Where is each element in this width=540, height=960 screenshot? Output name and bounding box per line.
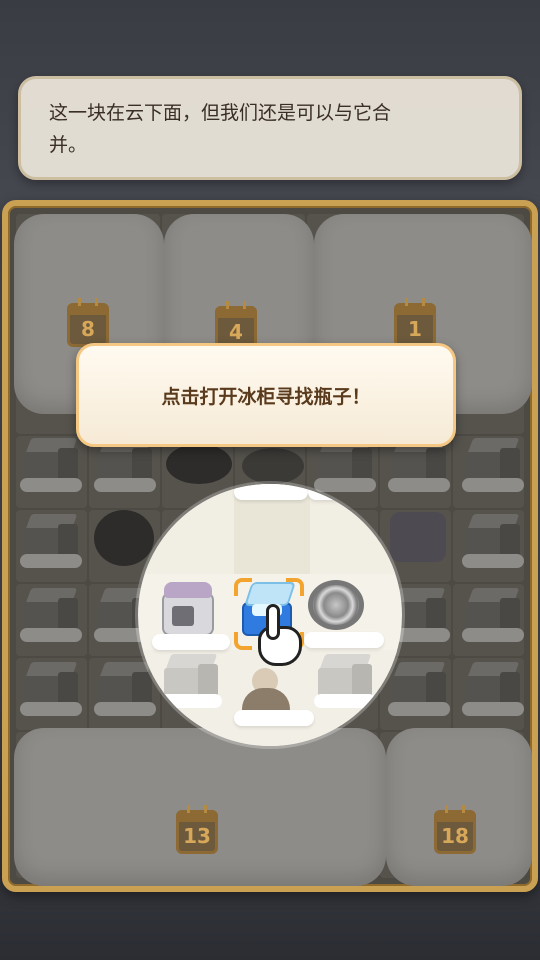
cardboard-box-icon[interactable] bbox=[462, 662, 524, 716]
cardboard-box-icon[interactable] bbox=[20, 662, 82, 716]
calendar-icon: 8 bbox=[67, 298, 109, 347]
hint-dialog: 这一块在云下面，但我们还是可以与它合 并。 bbox=[18, 76, 522, 180]
calendar-badge-13: 13 bbox=[183, 824, 211, 848]
cardboard-box-icon[interactable] bbox=[20, 438, 82, 492]
freezer-icon[interactable] bbox=[162, 582, 218, 642]
cardboard-box-icon[interactable] bbox=[462, 438, 524, 492]
selection-bracket-icon bbox=[234, 632, 252, 650]
hint-text-line-1: 这一块在云下面，但我们还是可以与它合 bbox=[49, 102, 392, 124]
scrap-item-icon[interactable] bbox=[242, 448, 304, 484]
cloud-icon bbox=[152, 634, 230, 650]
cloud-icon bbox=[308, 484, 382, 500]
cardboard-box-icon[interactable] bbox=[462, 588, 524, 642]
cloud-icon bbox=[234, 484, 308, 500]
tutorial-spotlight bbox=[138, 484, 402, 746]
selection-bracket-icon bbox=[234, 578, 252, 596]
hint-text-line-2: 并。 bbox=[49, 134, 88, 156]
calendar-badge-1: 1 bbox=[408, 317, 422, 341]
calendar-icon: 1 bbox=[394, 298, 436, 347]
calendar-icon: 13 bbox=[176, 805, 218, 854]
cardboard-box-icon[interactable] bbox=[20, 588, 82, 642]
cardboard-box-icon[interactable] bbox=[160, 654, 222, 708]
calendar-icon: 18 bbox=[434, 805, 476, 854]
selection-bracket-icon bbox=[286, 578, 304, 596]
tutorial-prompt: 点击打开冰柜寻找瓶子！ bbox=[76, 343, 456, 447]
hand-pointer-icon bbox=[258, 604, 310, 670]
cardboard-box-icon[interactable] bbox=[20, 514, 82, 568]
calendar-badge-4: 4 bbox=[229, 320, 243, 344]
cloud-icon bbox=[234, 710, 314, 726]
scrap-item-icon[interactable] bbox=[166, 444, 232, 484]
calendar-badge-18: 18 bbox=[441, 824, 469, 848]
cardboard-box-icon[interactable] bbox=[462, 514, 524, 568]
cloud-icon bbox=[304, 632, 384, 648]
calendar-badge-8: 8 bbox=[81, 317, 95, 341]
tutorial-prompt-text: 点击打开冰柜寻找瓶子！ bbox=[161, 385, 371, 408]
cardboard-box-icon[interactable] bbox=[314, 654, 376, 708]
coil-icon[interactable] bbox=[308, 580, 364, 630]
